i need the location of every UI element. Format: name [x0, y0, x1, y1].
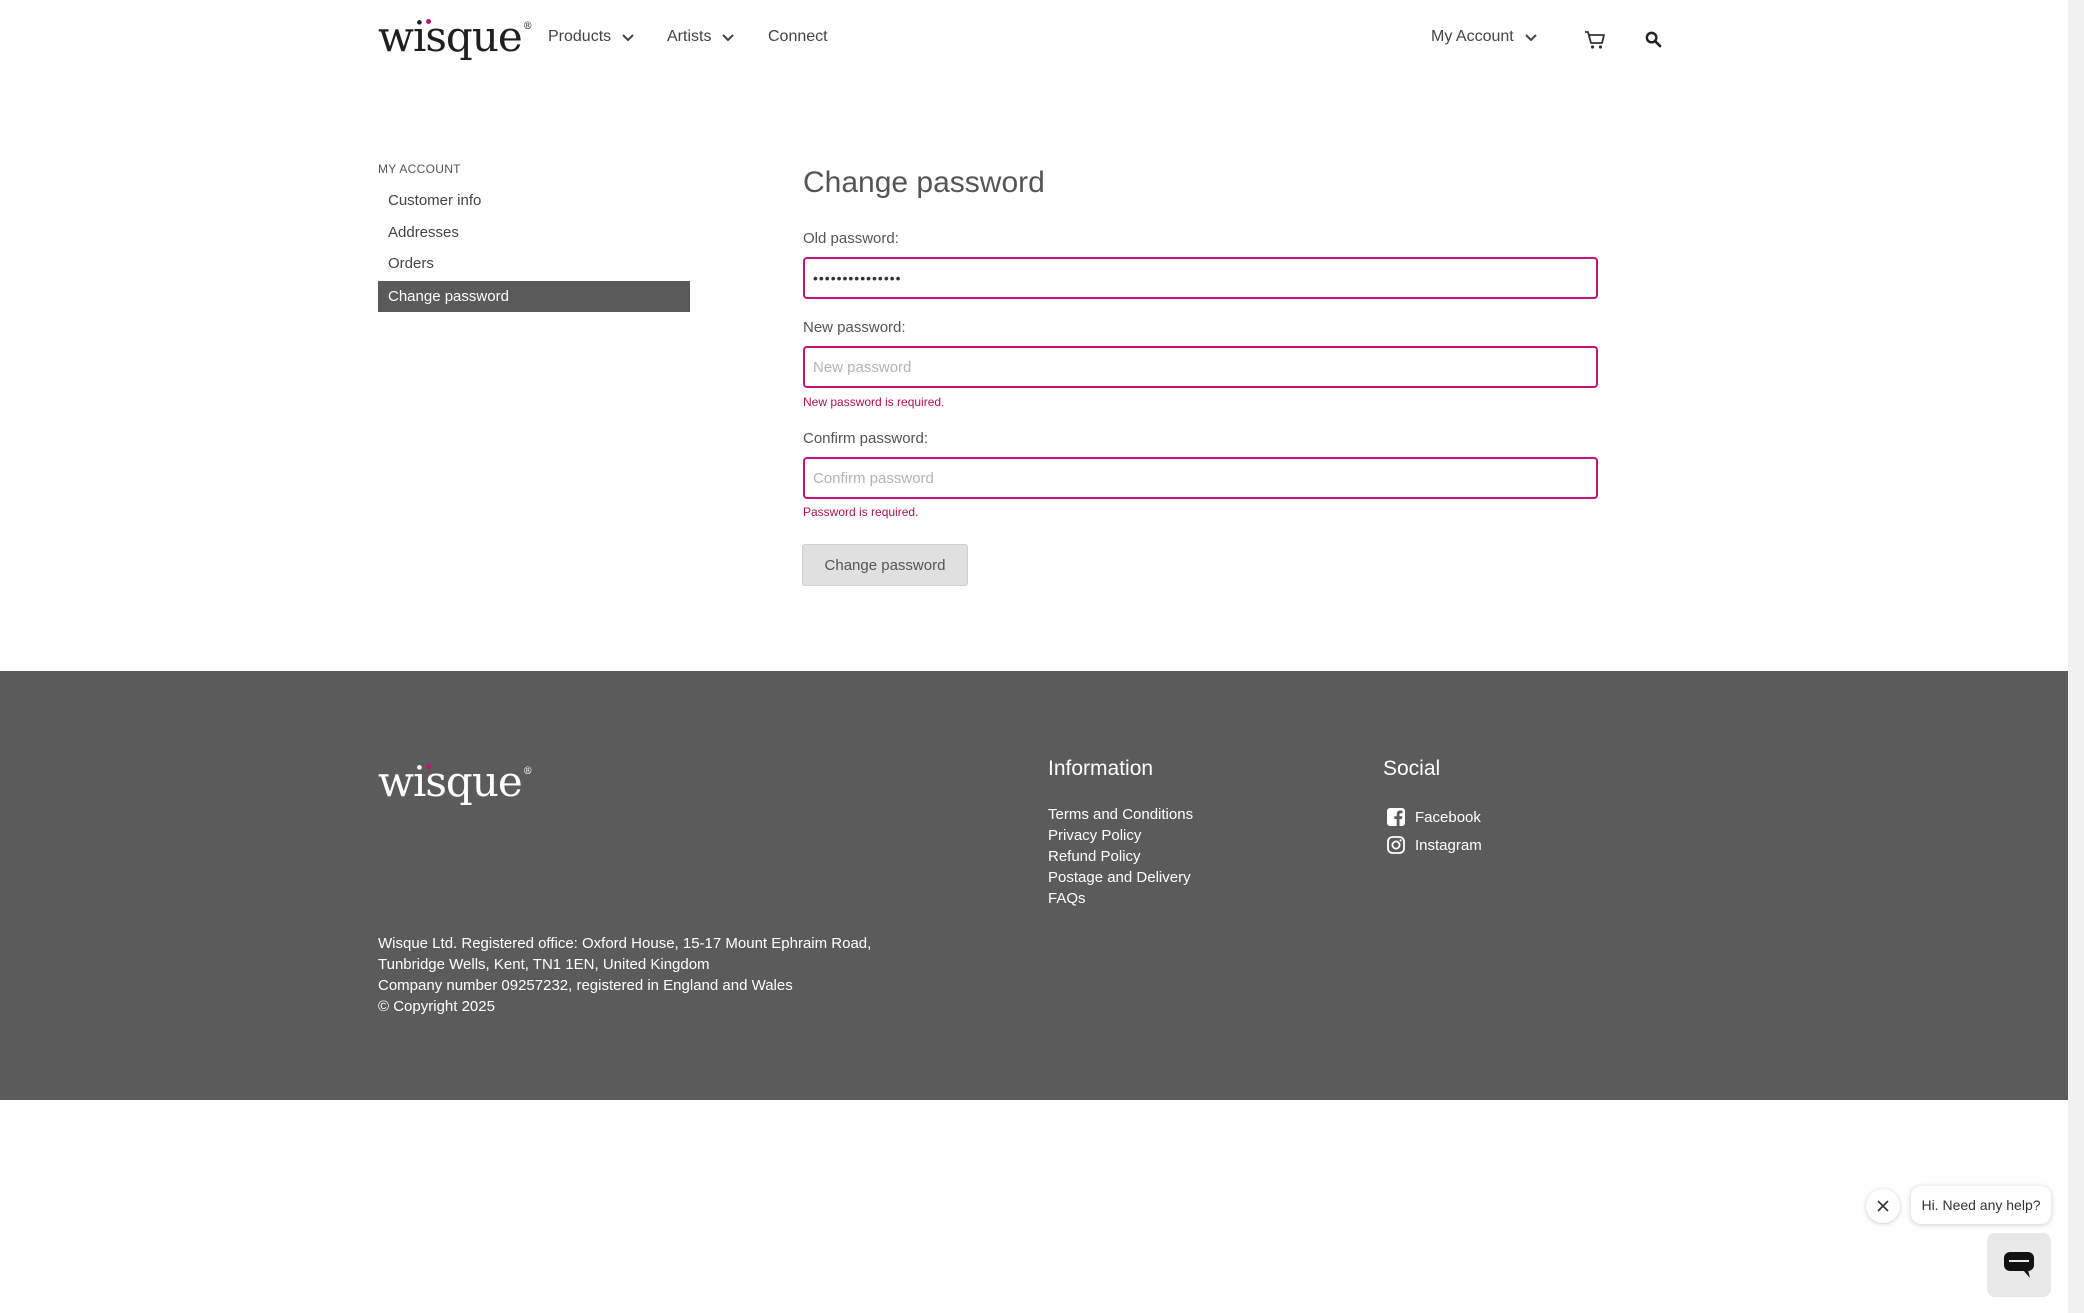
- chat-greeting-text: Hi. Need any help?: [1921, 1197, 2041, 1213]
- footer-social-heading: Social: [1383, 757, 1441, 780]
- brand-logo[interactable]: wisque®: [378, 16, 533, 58]
- brand-logo-text: wisque: [378, 12, 523, 61]
- footer-link-instagram[interactable]: Instagram: [1387, 836, 1482, 854]
- facebook-label: Facebook: [1415, 808, 1481, 826]
- sidebar-item-orders[interactable]: Orders: [378, 248, 690, 279]
- chevron-down-icon: [1524, 34, 1537, 42]
- close-icon: [1877, 1200, 1889, 1212]
- footer-link-faqs[interactable]: FAQs: [1048, 890, 1086, 907]
- instagram-label: Instagram: [1415, 836, 1482, 854]
- footer-logo[interactable]: wisque®: [378, 761, 533, 803]
- company-address: Wisque Ltd. Registered office: Oxford Ho…: [378, 933, 871, 1017]
- instagram-icon: [1387, 836, 1405, 854]
- nav-connect[interactable]: Connect: [768, 28, 828, 46]
- footer-link-facebook[interactable]: Facebook: [1387, 808, 1481, 826]
- site-header: wisque® Products Artists Connect My Acco…: [0, 0, 2068, 80]
- search-icon[interactable]: [1645, 31, 1667, 53]
- footer-link-postage[interactable]: Postage and Delivery: [1048, 869, 1191, 886]
- new-password-error: New password is required.: [803, 395, 945, 409]
- cart-icon[interactable]: [1584, 29, 1606, 51]
- brand-logo-dot: [426, 19, 431, 24]
- footer-logo-text: wisque: [378, 757, 523, 806]
- sidebar-item-customer-info[interactable]: Customer info: [378, 185, 690, 216]
- sidebar-item-addresses[interactable]: Addresses: [378, 217, 690, 248]
- confirm-password-field[interactable]: [803, 457, 1598, 499]
- address-line: Wisque Ltd. Registered office: Oxford Ho…: [378, 935, 872, 952]
- footer-logo-dot: [426, 764, 431, 769]
- footer-reg-mark: ®: [522, 766, 533, 777]
- brand-reg-mark: ®: [522, 21, 533, 32]
- chevron-down-icon: [622, 34, 634, 42]
- change-password-button[interactable]: Change password: [802, 544, 968, 586]
- copyright: © Copyright 2025: [378, 998, 495, 1015]
- sidebar-item-change-password[interactable]: Change password: [378, 281, 690, 312]
- nav-connect-label: Connect: [768, 28, 828, 45]
- page-title: Change password: [803, 166, 1045, 199]
- facebook-icon: [1387, 808, 1405, 826]
- address-line: Tunbridge Wells, Kent, TN1 1EN, United K…: [378, 956, 710, 973]
- page-scrollbar[interactable]: [2068, 0, 2084, 1313]
- new-password-label: New password:: [803, 319, 906, 336]
- nav-artists-label: Artists: [667, 28, 712, 45]
- site-footer: wisque® Information Terms and Conditions…: [0, 671, 2068, 1100]
- nav-my-account[interactable]: My Account: [1431, 28, 1538, 46]
- footer-link-privacy[interactable]: Privacy Policy: [1048, 827, 1141, 844]
- chat-close-button[interactable]: [1866, 1189, 1900, 1223]
- old-password-field[interactable]: [803, 257, 1598, 299]
- new-password-field[interactable]: [803, 346, 1598, 388]
- footer-link-terms[interactable]: Terms and Conditions: [1048, 806, 1193, 823]
- old-password-label: Old password:: [803, 230, 899, 247]
- nav-my-account-label: My Account: [1431, 28, 1514, 45]
- nav-products[interactable]: Products: [548, 28, 635, 46]
- chevron-down-icon: [722, 34, 735, 42]
- chat-icon: [2004, 1252, 2034, 1278]
- chat-launcher-button[interactable]: [1987, 1233, 2051, 1297]
- sidebar-title: MY ACCOUNT: [378, 162, 461, 176]
- confirm-password-error: Password is required.: [803, 505, 919, 519]
- confirm-password-label: Confirm password:: [803, 430, 929, 447]
- company-number: Company number 09257232, registered in E…: [378, 977, 793, 994]
- nav-artists[interactable]: Artists: [667, 28, 735, 46]
- nav-products-label: Products: [548, 28, 612, 45]
- footer-link-refund[interactable]: Refund Policy: [1048, 848, 1141, 865]
- footer-information-heading: Information: [1048, 757, 1154, 780]
- chat-greeting-bubble[interactable]: Hi. Need any help?: [1911, 1186, 2051, 1224]
